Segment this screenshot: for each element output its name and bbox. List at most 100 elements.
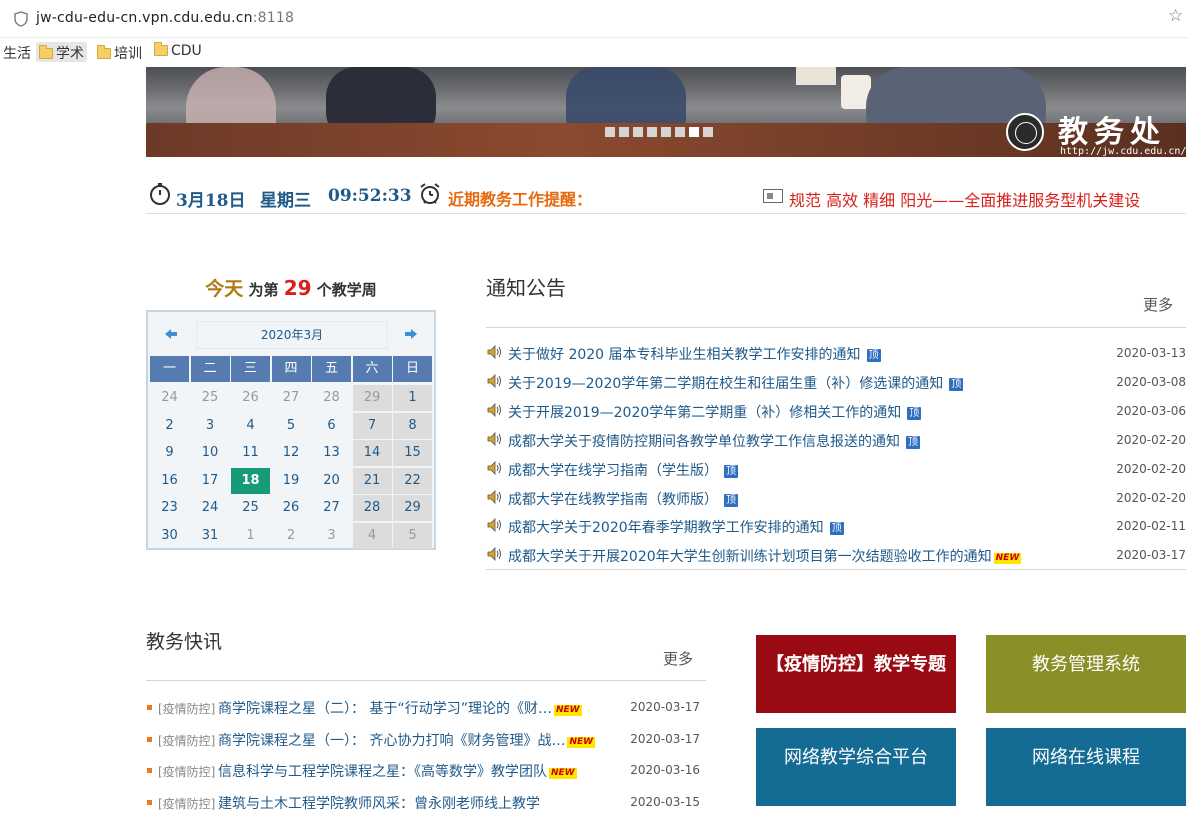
news-title[interactable]: 建筑与土木工程学院教师风采：曾永刚老师线上教学 bbox=[218, 793, 540, 813]
slide-dot[interactable] bbox=[619, 127, 629, 137]
calendar-day[interactable]: 26 bbox=[231, 385, 270, 411]
calendar-day[interactable]: 30 bbox=[150, 523, 189, 549]
calendar-day[interactable]: 23 bbox=[150, 495, 189, 521]
tile-epidemic-teaching[interactable]: 【疫情防控】教学专题 bbox=[756, 635, 956, 713]
notice-date: 2020-03-13 bbox=[1116, 346, 1186, 360]
calendar-day[interactable]: 25 bbox=[191, 385, 230, 411]
reminder-slogan[interactable]: 规范 高效 精细 阳光——全面推进服务型机关建设 bbox=[789, 187, 1140, 211]
calendar-day[interactable]: 17 bbox=[191, 468, 230, 494]
notice-item[interactable]: 成都大学在线教学指南（教师版） 顶 2020-02-20 bbox=[486, 487, 1186, 509]
calendar-day[interactable]: 1 bbox=[393, 385, 432, 411]
notice-title[interactable]: 关于开展2019—2020学年第二学期重（补）修相关工作的通知顶 bbox=[508, 402, 922, 422]
news-title[interactable]: 商学院课程之星（一）： 齐心协力打响《财务管理》战… NEW bbox=[218, 730, 596, 750]
notice-title[interactable]: 关于2019—2020学年第二学期在校生和往届生重（补）修选课的通知顶 bbox=[508, 373, 964, 393]
tile-academic-system[interactable]: 教务管理系统 bbox=[986, 635, 1186, 713]
calendar-day[interactable]: 5 bbox=[393, 522, 432, 549]
calendar-day[interactable]: 1 bbox=[231, 523, 270, 549]
alarm-clock-icon bbox=[420, 183, 440, 204]
news-item[interactable]: [疫情防控] 商学院课程之星（一）： 齐心协力打响《财务管理》战… NEW 2020-… bbox=[146, 729, 702, 751]
calendar-day[interactable]: 2 bbox=[150, 413, 189, 439]
bookmark-life[interactable]: 生活 bbox=[0, 42, 34, 62]
bookmark-folder-training[interactable]: 培训 bbox=[94, 42, 145, 62]
news-item[interactable]: [疫情防控] 信息科学与工程学院课程之星：《高等数学》教学团队 NEW 2020-03… bbox=[146, 760, 702, 782]
notice-item[interactable]: 成都大学关于开展2020年大学生创新训练计划项目第一次结题验收工作的通知 NEW 2… bbox=[486, 544, 1186, 566]
next-month-arrow-icon[interactable] bbox=[404, 327, 418, 341]
calendar-day[interactable]: 24 bbox=[191, 495, 230, 521]
slide-dot[interactable] bbox=[647, 127, 657, 137]
calendar-day[interactable]: 6 bbox=[312, 413, 351, 439]
bookmark-folder-cdu[interactable]: CDU bbox=[151, 42, 205, 62]
address-bar[interactable]: jw-cdu-edu-cn.vpn.cdu.edu.cn:8118 ☆ bbox=[0, 0, 1189, 38]
notice-title[interactable]: 成都大学在线教学指南（教师版） 顶 bbox=[508, 489, 738, 509]
calendar-day[interactable]: 7 bbox=[352, 412, 392, 439]
notice-item[interactable]: 成都大学关于疫情防控期间各教学单位教学工作信息报送的通知顶 2020-02-20 bbox=[486, 429, 1186, 451]
calendar-day[interactable]: 4 bbox=[231, 413, 270, 439]
notice-title[interactable]: 成都大学在线学习指南（学生版） 顶 bbox=[508, 460, 738, 480]
notice-title[interactable]: 关于做好 2020 届本专科毕业生相关教学工作安排的通知顶 bbox=[508, 344, 881, 364]
calendar-day[interactable]: 11 bbox=[231, 440, 270, 466]
news-category[interactable]: [疫情防控] bbox=[158, 763, 215, 780]
calendar-day[interactable]: 20 bbox=[312, 468, 351, 494]
calendar-day[interactable]: 16 bbox=[150, 468, 189, 494]
calendar-day[interactable]: 22 bbox=[393, 467, 432, 494]
calendar-day[interactable]: 24 bbox=[150, 385, 189, 411]
tile-online-courses[interactable]: 网络在线课程 bbox=[986, 728, 1186, 806]
calendar-day[interactable]: 29 bbox=[352, 385, 392, 411]
calendar-day[interactable]: 27 bbox=[272, 385, 311, 411]
tile-online-teaching-platform[interactable]: 网络教学综合平台 bbox=[756, 728, 956, 806]
calendar-day[interactable]: 3 bbox=[191, 413, 230, 439]
calendar-day[interactable]: 5 bbox=[272, 413, 311, 439]
calendar-day[interactable]: 25 bbox=[231, 495, 270, 521]
calendar-day[interactable]: 8 bbox=[393, 412, 432, 439]
calendar-day[interactable]: 12 bbox=[272, 440, 311, 466]
calendar-day[interactable]: 2 bbox=[272, 523, 311, 549]
news-item[interactable]: [疫情防控] 商学院课程之星（二）： 基于“行动学习”理论的《财… NEW 2020-… bbox=[146, 697, 702, 719]
slide-dot[interactable] bbox=[633, 127, 643, 137]
calendar-day[interactable]: 4 bbox=[352, 522, 392, 549]
slide-indicator bbox=[605, 122, 717, 137]
bookmark-folder-academic[interactable]: 学术 bbox=[36, 42, 87, 62]
news-more-link[interactable]: 更多 bbox=[663, 648, 693, 669]
calendar-day[interactable]: 26 bbox=[272, 495, 311, 521]
calendar-day[interactable]: 15 bbox=[393, 440, 432, 466]
slide-dot[interactable] bbox=[605, 127, 615, 137]
slide-dot[interactable] bbox=[661, 127, 671, 137]
calendar-day[interactable]: 21 bbox=[352, 467, 392, 494]
calendar-day[interactable]: 14 bbox=[352, 440, 392, 466]
news-category[interactable]: [疫情防控] bbox=[158, 700, 215, 717]
notice-title[interactable]: 成都大学关于2020年春季学期教学工作安排的通知顶 bbox=[508, 517, 844, 537]
calendar-day[interactable]: 13 bbox=[312, 440, 351, 466]
news-title[interactable]: 信息科学与工程学院课程之星：《高等数学》教学团队 NEW bbox=[218, 761, 577, 781]
notice-title[interactable]: 成都大学关于疫情防控期间各教学单位教学工作信息报送的通知顶 bbox=[508, 431, 920, 451]
news-title[interactable]: 商学院课程之星（二）： 基于“行动学习”理论的《财… NEW bbox=[218, 698, 582, 718]
calendar-day[interactable]: 19 bbox=[272, 468, 311, 494]
calendar-day[interactable]: 29 bbox=[393, 495, 432, 521]
bookmark-star-icon[interactable]: ☆ bbox=[1168, 6, 1183, 26]
notice-item[interactable]: 关于开展2019—2020学年第二学期重（补）修相关工作的通知顶 2020-03-… bbox=[486, 400, 1186, 422]
notice-title[interactable]: 成都大学关于开展2020年大学生创新训练计划项目第一次结题验收工作的通知 NEW bbox=[508, 546, 1022, 566]
calendar-day[interactable]: 9 bbox=[150, 440, 189, 466]
slide-dot[interactable] bbox=[675, 127, 685, 137]
news-category[interactable]: [疫情防控] bbox=[158, 795, 215, 812]
prev-month-arrow-icon[interactable] bbox=[164, 327, 178, 341]
pinned-badge: 顶 bbox=[906, 435, 920, 449]
news-category[interactable]: [疫情防控] bbox=[158, 732, 215, 749]
bookmark-label: 培训 bbox=[114, 46, 142, 62]
calendar-day[interactable]: 10 bbox=[191, 440, 230, 466]
calendar-day[interactable]: 3 bbox=[312, 523, 351, 549]
notice-item[interactable]: 成都大学在线学习指南（学生版） 顶 2020-02-20 bbox=[486, 458, 1186, 480]
url-text[interactable]: jw-cdu-edu-cn.vpn.cdu.edu.cn:8118 bbox=[36, 10, 294, 26]
calendar-day[interactable]: 28 bbox=[352, 495, 392, 521]
notice-item[interactable]: 关于2019—2020学年第二学期在校生和往届生重（补）修选课的通知顶 2020-… bbox=[486, 371, 1186, 393]
slide-dot[interactable] bbox=[703, 127, 713, 137]
calendar-day[interactable]: 31 bbox=[191, 523, 230, 549]
notice-item[interactable]: 成都大学关于2020年春季学期教学工作安排的通知顶 2020-02-11 bbox=[486, 515, 1186, 537]
calendar-day[interactable]: 27 bbox=[312, 495, 351, 521]
news-item[interactable]: [疫情防控] 建筑与土木工程学院教师风采：曾永刚老师线上教学 2020-03-15 bbox=[146, 792, 702, 814]
calendar-day[interactable]: 18 bbox=[231, 467, 270, 494]
banner-slider[interactable]: 教务处 http://jw.cdu.edu.cn/ bbox=[146, 67, 1186, 157]
notices-more-link[interactable]: 更多 bbox=[1143, 294, 1173, 315]
calendar-day[interactable]: 28 bbox=[312, 385, 351, 411]
slide-dot[interactable] bbox=[689, 127, 699, 137]
notice-item[interactable]: 关于做好 2020 届本专科毕业生相关教学工作安排的通知顶 2020-03-13 bbox=[486, 342, 1186, 364]
